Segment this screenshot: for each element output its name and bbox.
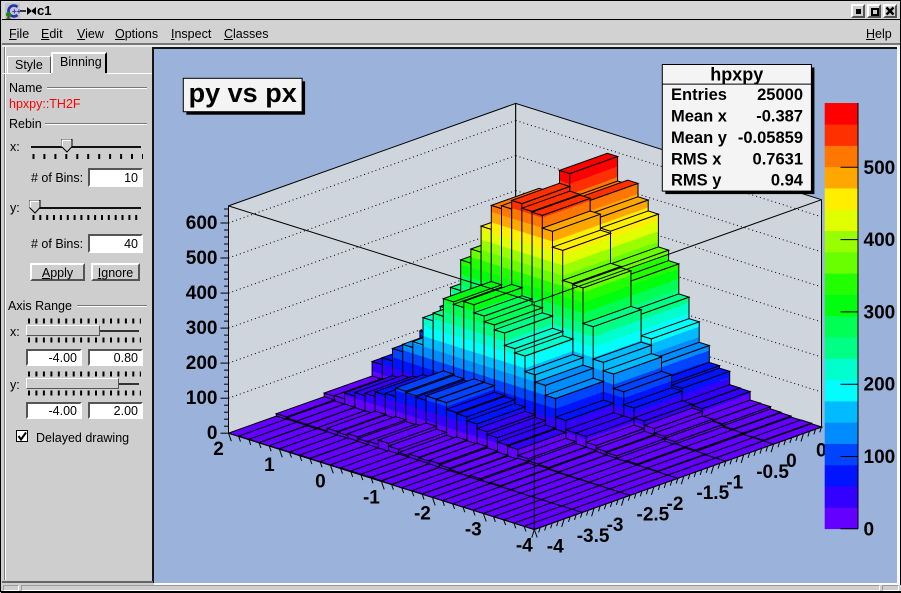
svg-text:++: ++ bbox=[12, 7, 20, 16]
svg-text:0.94: 0.94 bbox=[771, 172, 804, 190]
svg-text:0.7631: 0.7631 bbox=[753, 150, 803, 168]
svg-text:-0.05859: -0.05859 bbox=[738, 129, 803, 147]
svg-text:-2: -2 bbox=[667, 494, 684, 515]
svg-text:-2.5: -2.5 bbox=[637, 505, 670, 526]
svg-text:Mean y: Mean y bbox=[671, 129, 728, 147]
svg-text:200: 200 bbox=[864, 375, 896, 396]
svg-text:RMS y: RMS y bbox=[671, 172, 722, 190]
svg-text:400: 400 bbox=[864, 230, 896, 251]
svg-text:Entries: Entries bbox=[671, 86, 727, 104]
svg-text:-4: -4 bbox=[547, 537, 564, 558]
svg-text:-1: -1 bbox=[726, 472, 743, 493]
svg-text:-3: -3 bbox=[607, 515, 624, 536]
svg-text:0: 0 bbox=[786, 451, 797, 472]
svg-text:-0.5: -0.5 bbox=[756, 462, 789, 483]
svg-text:Mean x: Mean x bbox=[671, 108, 728, 126]
svg-text:100: 100 bbox=[864, 447, 896, 468]
svg-text:-2: -2 bbox=[414, 503, 431, 524]
svg-text:1: 1 bbox=[264, 455, 275, 476]
svg-text:-3: -3 bbox=[465, 520, 482, 541]
svg-text:400: 400 bbox=[186, 283, 218, 304]
svg-text:-1.5: -1.5 bbox=[696, 483, 729, 504]
svg-text:500: 500 bbox=[864, 158, 896, 179]
svg-text:300: 300 bbox=[186, 318, 218, 339]
svg-text:25000: 25000 bbox=[757, 86, 803, 104]
svg-text:-4: -4 bbox=[516, 536, 533, 557]
svg-text:2: 2 bbox=[213, 439, 224, 460]
svg-text:-0.387: -0.387 bbox=[756, 108, 803, 126]
svg-text:500: 500 bbox=[186, 248, 218, 269]
svg-text:0: 0 bbox=[315, 471, 326, 492]
svg-text:-1: -1 bbox=[363, 487, 380, 508]
svg-text:200: 200 bbox=[186, 353, 218, 374]
svg-text:100: 100 bbox=[186, 388, 218, 409]
svg-text:0: 0 bbox=[864, 519, 875, 540]
svg-text:RMS x: RMS x bbox=[671, 150, 722, 168]
svg-text:600: 600 bbox=[186, 213, 218, 234]
svg-text:-3.5: -3.5 bbox=[577, 526, 610, 547]
svg-text:300: 300 bbox=[864, 302, 896, 323]
svg-text:py vs px: py vs px bbox=[189, 78, 297, 108]
svg-text:hpxpy: hpxpy bbox=[710, 65, 763, 85]
